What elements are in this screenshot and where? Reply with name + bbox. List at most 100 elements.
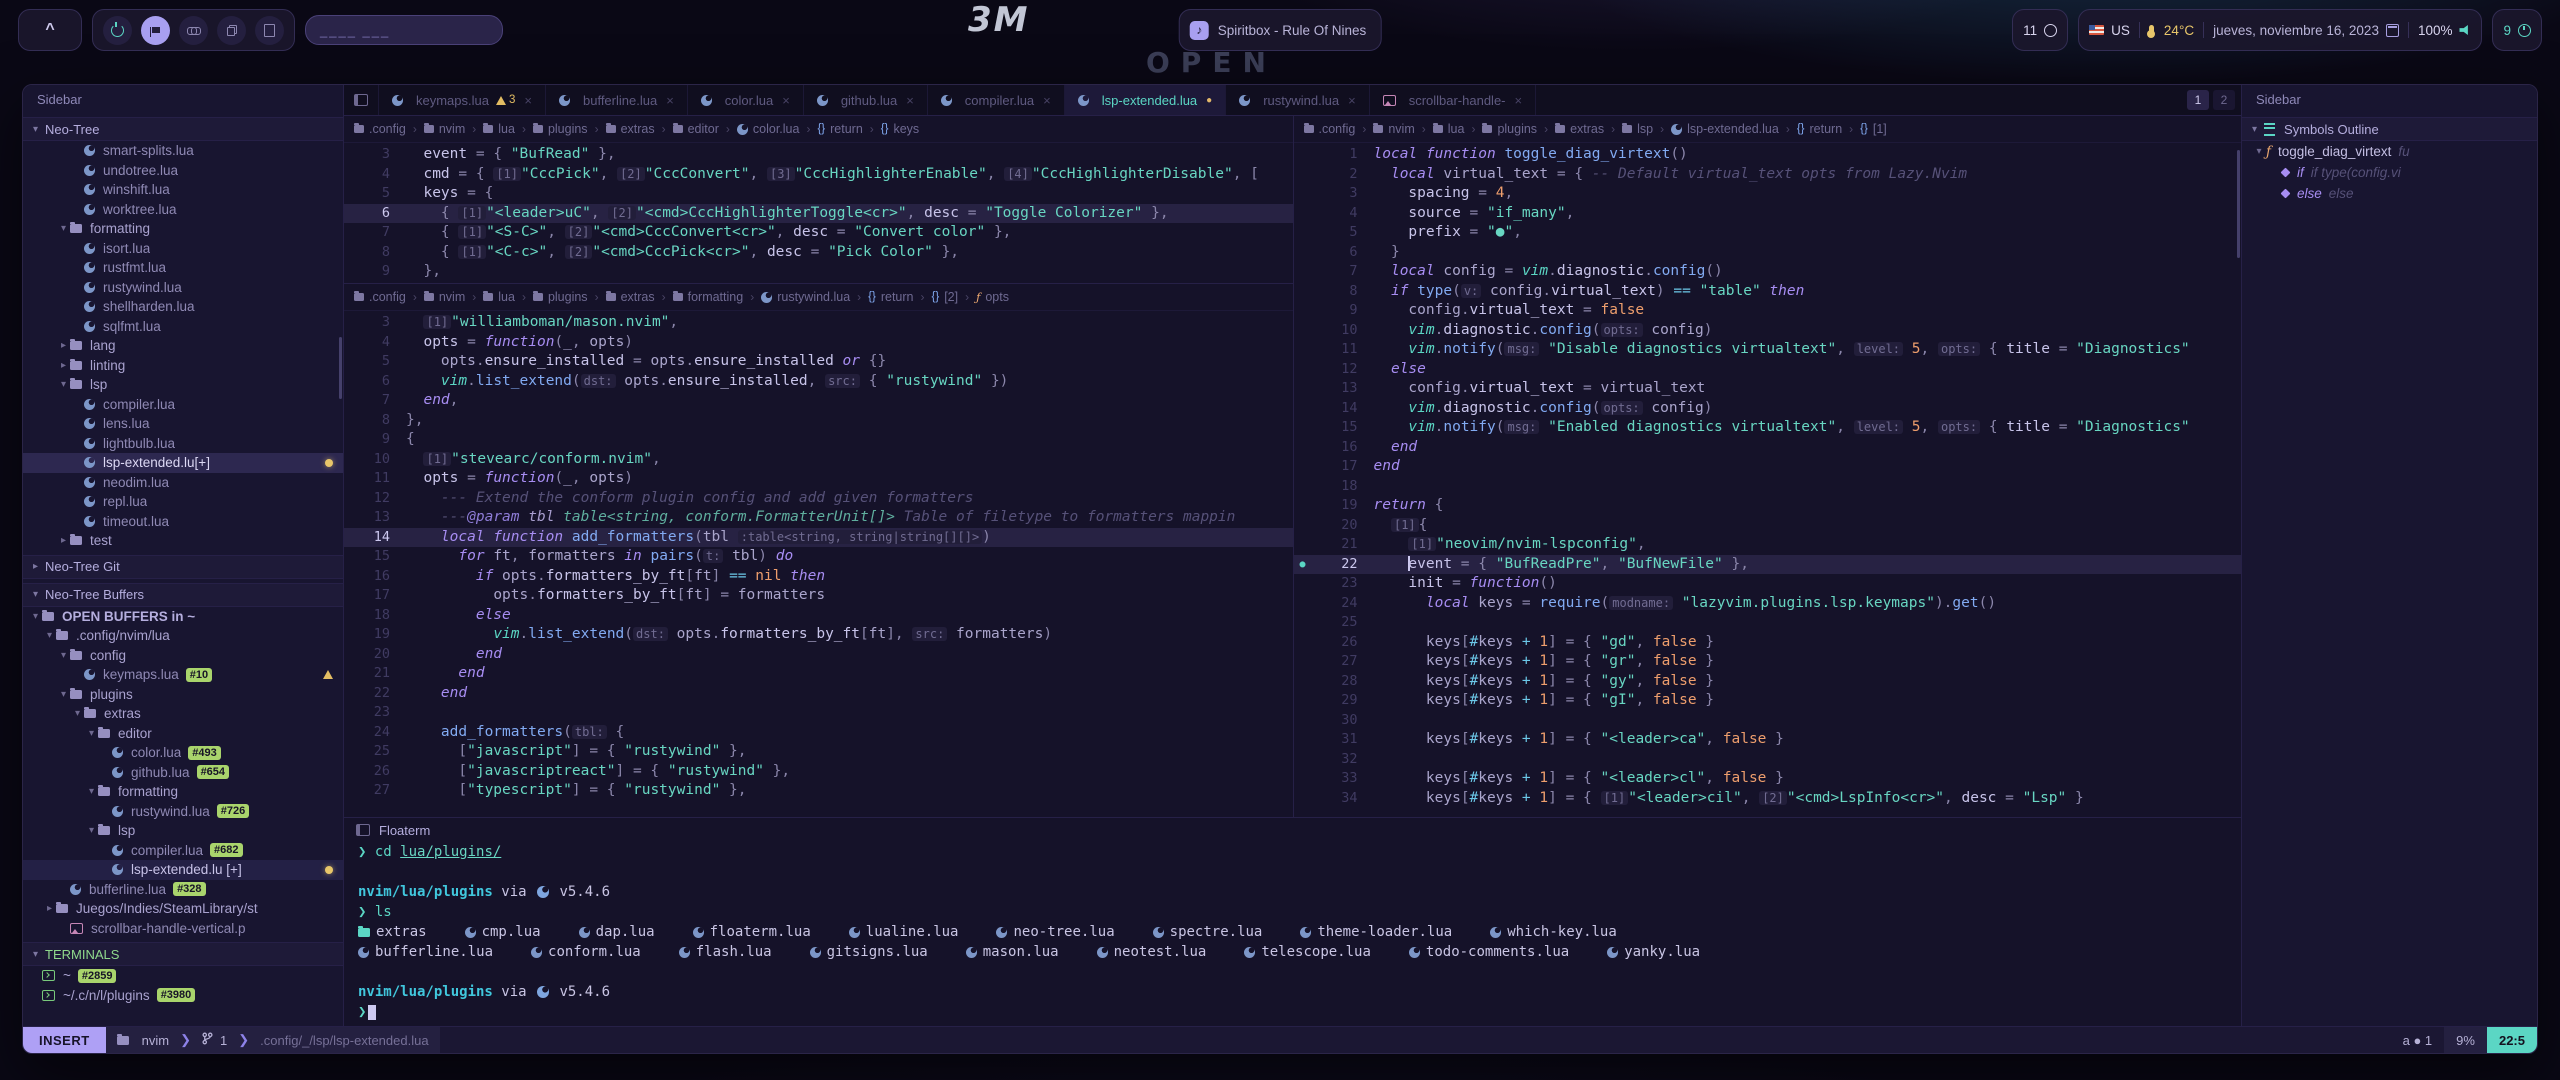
temperature-widget[interactable]: 24°C	[2149, 23, 2194, 38]
tree-item-lsp-extended.lu[+][interactable]: lsp-extended.lu[+]	[23, 453, 343, 473]
tabpage-1[interactable]: 1	[2187, 90, 2209, 110]
cwd-segment[interactable]: nvim ❯ 1 ❯ .config/_/lsp/lsp-extended.lu…	[106, 1027, 440, 1053]
file-button[interactable]	[255, 16, 284, 45]
breadcrumb-color.lua[interactable]: color.lua	[737, 122, 800, 136]
tab-bufferline.lua[interactable]: bufferline.lua×	[546, 85, 688, 115]
close-icon[interactable]: ×	[782, 93, 790, 108]
tree-item-lang[interactable]: ▸lang	[23, 336, 343, 356]
tree-item-color.lua[interactable]: color.lua#493	[23, 743, 343, 763]
code-line[interactable]: 5 keys = {	[344, 184, 1293, 204]
code-line[interactable]: 24 add_formatters(tbl: {	[344, 723, 1293, 743]
tree-item-rustywind.lua[interactable]: rustywind.lua#726	[23, 802, 343, 822]
tree-item-lightbulb.lua[interactable]: lightbulb.lua	[23, 434, 343, 454]
tree-item-plugins[interactable]: ▾plugins	[23, 685, 343, 705]
code-line[interactable]: 27 ["typescript"] = { "rustywind" },	[344, 781, 1293, 801]
breadcrumb-nvim[interactable]: nvim	[1373, 122, 1414, 136]
code-line[interactable]: 23 init = function()	[1294, 574, 2242, 594]
close-icon[interactable]: ×	[524, 93, 532, 108]
code-line[interactable]: 32	[1294, 750, 2242, 770]
code-line[interactable]: 13 config.virtual_text = virtual_text	[1294, 379, 2242, 399]
code-area[interactable]: 3 [1]"williamboman/mason.nvim",4 opts = …	[344, 311, 1293, 801]
tree-item-editor[interactable]: ▾editor	[23, 724, 343, 744]
tab-github.lua[interactable]: github.lua×	[804, 85, 928, 115]
code-line[interactable]: 9 config.virtual_text = false	[1294, 301, 2242, 321]
tab-rustywind.lua[interactable]: rustywind.lua×	[1226, 85, 1369, 115]
breadcrumb-nvim[interactable]: nvim	[424, 122, 465, 136]
breadcrumb-extras[interactable]: extras	[606, 122, 655, 136]
music-player-widget[interactable]: ♪ Spiritbox - Rule Of Nines	[1179, 9, 1382, 51]
code-line[interactable]: ●22 event = { "BufReadPre", "BufNewFile"…	[1294, 555, 2242, 575]
tree-item-winshift.lua[interactable]: winshift.lua	[23, 180, 343, 200]
code-line[interactable]: 10 [1]"stevearc/conform.nvim",	[344, 450, 1293, 470]
breadcrumb-nvim[interactable]: nvim	[424, 290, 465, 304]
code-line[interactable]: 3 [1]"williamboman/mason.nvim",	[344, 313, 1293, 333]
tree-item-sqlfmt.lua[interactable]: sqlfmt.lua	[23, 317, 343, 337]
tree-item-compiler.lua[interactable]: compiler.lua#682	[23, 841, 343, 861]
code-line[interactable]: 4 opts = function(_, opts)	[344, 333, 1293, 353]
code-line[interactable]: 4 source = "if_many",	[1294, 204, 2242, 224]
code-line[interactable]: 9 },	[344, 262, 1293, 282]
tree-item-test[interactable]: ▸test	[23, 531, 343, 551]
statusline-module-22:5[interactable]: 22:5	[2487, 1027, 2537, 1053]
code-line[interactable]: 23	[344, 703, 1293, 723]
code-line[interactable]: 18	[1294, 477, 2242, 497]
code-line[interactable]: 2 local virtual_text = { -- Default virt…	[1294, 165, 2242, 185]
breadcrumb-plugins[interactable]: plugins	[1482, 122, 1537, 136]
code-line[interactable]: 11 vim.notify(msg: "Disable diagnostics …	[1294, 340, 2242, 360]
tree-item-keymaps.lua[interactable]: keymaps.lua#10	[23, 665, 343, 685]
code-line[interactable]: 19return {	[1294, 496, 2242, 516]
tree-item-lsp[interactable]: ▾lsp	[23, 821, 343, 841]
code-line[interactable]: 14 vim.diagnostic.config(opts: config)	[1294, 399, 2242, 419]
power-button[interactable]	[103, 16, 132, 45]
tree-item-rustywind.lua[interactable]: rustywind.lua	[23, 278, 343, 298]
code-line[interactable]: 20 end	[344, 645, 1293, 665]
code-line[interactable]: 26 ["javascriptreact"] = { "rustywind" }…	[344, 762, 1293, 782]
tab-color.lua[interactable]: color.lua×	[688, 85, 804, 115]
code-line[interactable]: 6 }	[1294, 243, 2242, 263]
code-line[interactable]: 33 keys[#keys + 1] = { "<leader>cl", fal…	[1294, 769, 2242, 789]
tree-item-timeout.lua[interactable]: timeout.lua	[23, 512, 343, 532]
tree-item-formatting[interactable]: ▾formatting	[23, 782, 343, 802]
breadcrumb-{} return[interactable]: {}return	[1797, 122, 1842, 136]
code-line[interactable]: 19 vim.list_extend(dst: opts.formatters_…	[344, 625, 1293, 645]
breadcrumb-.config[interactable]: .config	[354, 290, 406, 304]
code-line[interactable]: 14 local function add_formatters(tbl :ta…	[344, 528, 1293, 548]
code-line[interactable]: 16 if opts.formatters_by_ft[ft] == nil t…	[344, 567, 1293, 587]
volume-widget[interactable]: 100%	[2418, 23, 2472, 38]
clock-widget[interactable]: 9	[2492, 9, 2542, 51]
code-line[interactable]: 21 end	[344, 664, 1293, 684]
code-line[interactable]: 8},	[344, 411, 1293, 431]
section-neo-tree-buffers[interactable]: ▾ Neo-Tree Buffers	[23, 583, 343, 607]
section-neo-tree-git[interactable]: ▸ Neo-Tree Git	[23, 555, 343, 579]
code-line[interactable]: 29 keys[#keys + 1] = { "gI", false }	[1294, 691, 2242, 711]
tab-keymaps.lua[interactable]: keymaps.lua3×	[379, 85, 546, 115]
section-neo-tree[interactable]: ▾ Neo-Tree	[23, 117, 343, 141]
link-button[interactable]	[179, 16, 208, 45]
tabpage-2[interactable]: 2	[2213, 90, 2235, 110]
tree-item-~/.c/n/l/plugins[interactable]: ~/.c/n/l/plugins#3980	[23, 986, 343, 1006]
code-line[interactable]: 15 for ft, formatters in pairs(t: tbl) d…	[344, 547, 1293, 567]
breadcrumb-rustywind.lua[interactable]: rustywind.lua	[761, 290, 850, 304]
tree-item-scrollbar-handle-vertical.p[interactable]: scrollbar-handle-vertical.p	[23, 919, 343, 939]
code-line[interactable]: 27 keys[#keys + 1] = { "gr", false }	[1294, 652, 2242, 672]
close-icon[interactable]: ×	[906, 93, 914, 108]
breadcrumb-.config[interactable]: .config	[1304, 122, 1356, 136]
workspace-button[interactable]	[141, 16, 170, 45]
code-line[interactable]: 26 keys[#keys + 1] = { "gd", false }	[1294, 633, 2242, 653]
tree-item-formatting[interactable]: ▾formatting	[23, 219, 343, 239]
code-line[interactable]: 18 else	[344, 606, 1293, 626]
tree-item-extras[interactable]: ▾extras	[23, 704, 343, 724]
code-line[interactable]: 11 opts = function(_, opts)	[344, 469, 1293, 489]
section-terminals[interactable]: ▾ TERMINALS	[23, 942, 343, 966]
close-icon[interactable]: ×	[1348, 93, 1356, 108]
code-line[interactable]: 13 ---@param tbl table<string, conform.F…	[344, 508, 1293, 528]
outline-toggle_diag_virtext[interactable]: ▾toggle_diag_virtextfu	[2242, 141, 2537, 162]
code-line[interactable]: 21 [1]"neovim/nvim-lspconfig",	[1294, 535, 2242, 555]
breadcrumb-{} keys[interactable]: {}keys	[881, 122, 919, 136]
breadcrumb-{} return[interactable]: {}return	[868, 290, 913, 304]
tree-item-worktree.lua[interactable]: worktree.lua	[23, 200, 343, 220]
date-widget[interactable]: jueves, noviembre 16, 2023	[2213, 23, 2399, 38]
breadcrumb-lua[interactable]: lua	[483, 122, 515, 136]
copy-button[interactable]	[217, 16, 246, 45]
close-icon[interactable]: ×	[1515, 93, 1523, 108]
